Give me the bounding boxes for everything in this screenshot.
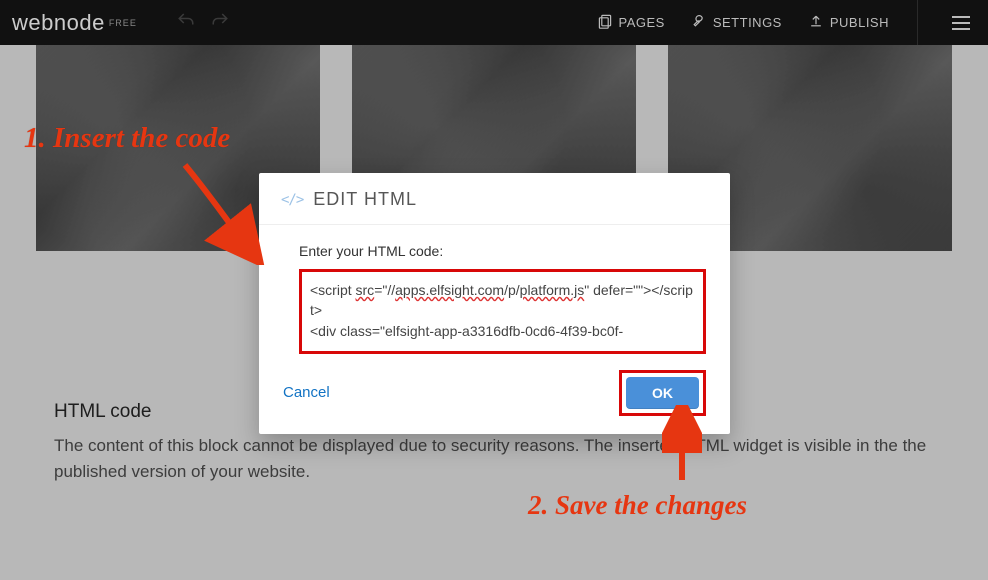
code-icon: </> [281,192,303,208]
modal-header: </> EDIT HTML [259,173,730,225]
logo: webnode [12,10,105,36]
code-input[interactable]: <script src="//apps.elfsight.com/p/platf… [306,278,699,343]
wrench-icon [691,13,707,32]
code-text-part: /p/ [504,282,520,298]
undo-redo-group [177,12,229,33]
upload-icon [808,13,824,32]
publish-label: PUBLISH [830,15,889,30]
settings-button[interactable]: SETTINGS [691,13,782,32]
code-text-part: <script [310,282,356,298]
ok-button-highlight: OK [619,370,706,416]
code-text-part: src [356,282,375,298]
plan-badge: FREE [109,18,137,28]
pages-icon [597,13,613,32]
cancel-button[interactable]: Cancel [283,384,330,401]
code-text-part: platform.js [520,282,585,298]
topbar: webnode FREE PAGES SETTINGS PUBLISH [0,0,988,45]
code-text-part: <div class="elfsight-app-a3316dfb-0cd6-4… [310,323,623,339]
code-text-part: ="// [374,282,395,298]
hamburger-menu-icon[interactable] [946,16,976,30]
topbar-divider [917,0,918,45]
edit-html-modal: </> EDIT HTML Enter your HTML code: <scr… [259,173,730,434]
code-input-highlight: <script src="//apps.elfsight.com/p/platf… [299,269,706,354]
code-text-part: apps.elfsight.com [395,282,504,298]
redo-icon[interactable] [211,12,229,33]
code-input-label: Enter your HTML code: [299,243,706,259]
undo-icon[interactable] [177,12,195,33]
modal-title: EDIT HTML [313,189,417,210]
modal-footer: Cancel OK [259,360,730,434]
ok-button[interactable]: OK [626,377,699,409]
pages-label: PAGES [619,15,665,30]
pages-button[interactable]: PAGES [597,13,665,32]
settings-label: SETTINGS [713,15,782,30]
publish-button[interactable]: PUBLISH [808,13,889,32]
